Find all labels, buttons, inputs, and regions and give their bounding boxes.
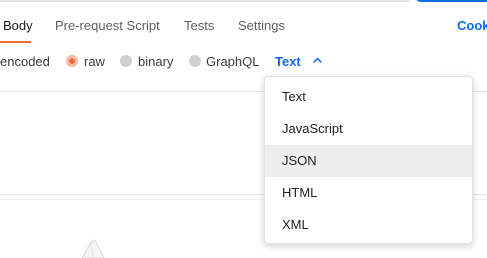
raw-label[interactable]: raw [84, 54, 105, 69]
tab-settings[interactable]: Settings [238, 18, 285, 33]
raw-radio[interactable] [66, 55, 78, 67]
language-dropdown-menu: Text JavaScript JSON HTML XML [264, 76, 473, 244]
tab-body[interactable]: Body [3, 18, 33, 33]
mode-x-www-form-urlencoded-label[interactable]: encoded [0, 54, 50, 69]
binary-label[interactable]: binary [138, 54, 173, 69]
graphql-radio[interactable] [189, 55, 201, 67]
dropdown-option-json[interactable]: JSON [265, 145, 472, 177]
body-mode-selector: encoded raw binary GraphQL Text [0, 46, 487, 76]
graphql-label[interactable]: GraphQL [206, 54, 259, 69]
request-tabs: Body Pre-request Script Tests Settings C… [0, 0, 487, 44]
chevron-up-icon[interactable] [312, 55, 323, 66]
dropdown-option-javascript[interactable]: JavaScript [265, 113, 472, 145]
cookies-link[interactable]: Cook [457, 18, 487, 33]
dropdown-option-text[interactable]: Text [265, 81, 472, 113]
active-tab-indicator [0, 41, 31, 43]
dropdown-option-xml[interactable]: XML [265, 209, 472, 241]
binary-radio[interactable] [120, 55, 132, 67]
tab-tests[interactable]: Tests [184, 18, 214, 33]
language-selector[interactable]: Text [275, 54, 301, 69]
tab-pre-request-script[interactable]: Pre-request Script [55, 18, 160, 33]
empty-state-illustration [81, 239, 105, 258]
dropdown-option-html[interactable]: HTML [265, 177, 472, 209]
